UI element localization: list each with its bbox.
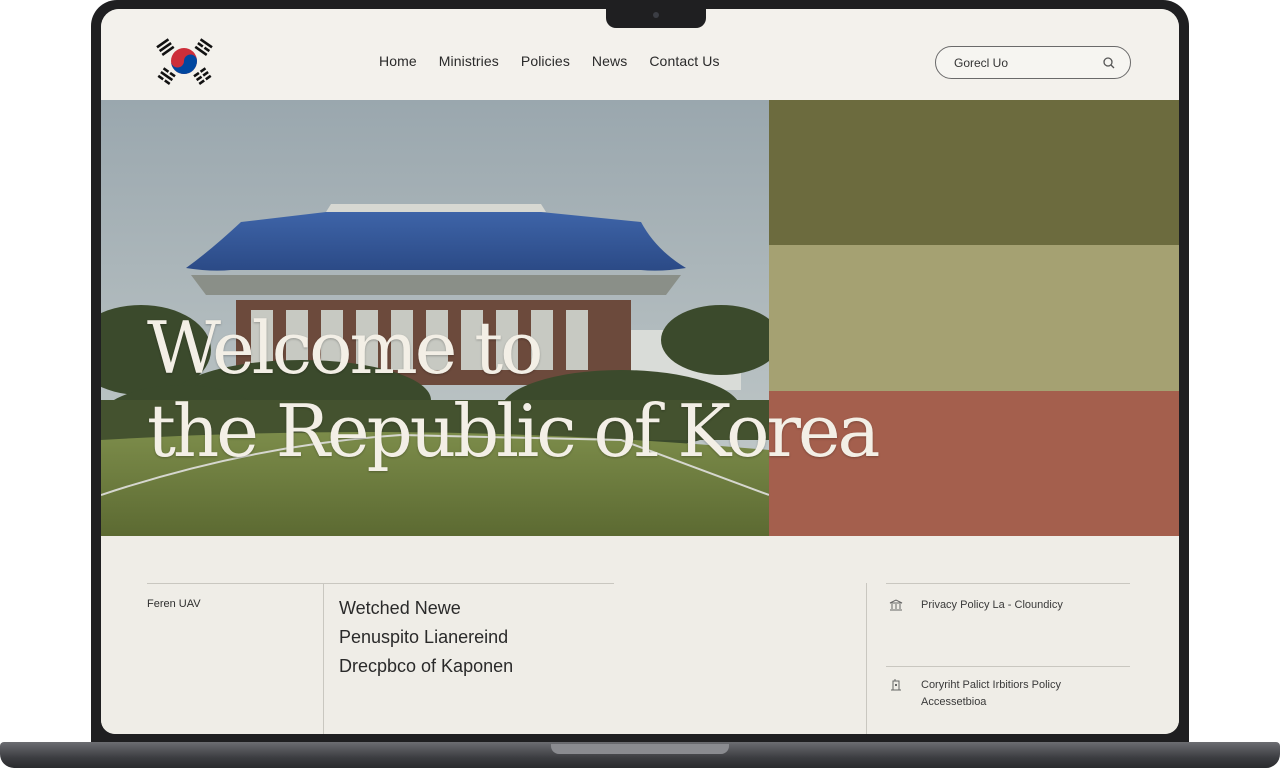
divider bbox=[866, 583, 867, 734]
footer-links-top: Privacy Policy La - Cloundicy bbox=[889, 597, 1063, 614]
camera-notch bbox=[606, 8, 706, 28]
search-input[interactable] bbox=[954, 54, 1094, 72]
copyright-policy-link[interactable]: Coryriht Palict Irbitiors Policy bbox=[921, 677, 1061, 694]
hero-title-line-2: the Republic of Korea bbox=[147, 389, 880, 473]
search-icon[interactable] bbox=[1102, 56, 1116, 70]
divider bbox=[323, 583, 324, 734]
laptop-base-notch bbox=[551, 744, 729, 754]
korean-flag-logo[interactable] bbox=[151, 36, 217, 86]
color-swatch-olive bbox=[769, 100, 1179, 245]
camera-icon bbox=[653, 12, 659, 18]
nav-ministries[interactable]: Ministries bbox=[439, 53, 499, 69]
hero-title-line-1: Welcome to bbox=[147, 306, 544, 390]
nav-policies[interactable]: Policies bbox=[521, 53, 570, 69]
section-label: Feren UAV bbox=[147, 598, 201, 610]
news-item[interactable]: Drecpbco of Kaponen bbox=[339, 652, 513, 681]
privacy-policy-link[interactable]: Privacy Policy La - Cloundicy bbox=[921, 597, 1063, 614]
screen: Home Ministries Policies News Contact Us bbox=[101, 9, 1179, 734]
hero-title: Welcome to the Republic of Korea bbox=[147, 307, 947, 473]
divider bbox=[886, 666, 1130, 667]
footer-links-bottom: Coryriht Palict Irbitiors Policy Accesse… bbox=[889, 677, 1061, 711]
search-box[interactable] bbox=[935, 46, 1131, 79]
accessibility-link[interactable]: Accessetbioa bbox=[921, 694, 1061, 711]
nav-contact-us[interactable]: Contact Us bbox=[649, 53, 719, 69]
nav-news[interactable]: News bbox=[592, 53, 627, 69]
news-list: Wetched Newe Penuspito Lianereind Drecpb… bbox=[339, 594, 513, 681]
divider bbox=[886, 583, 1130, 584]
nav-home[interactable]: Home bbox=[379, 53, 417, 69]
bank-icon bbox=[889, 599, 903, 611]
main-nav: Home Ministries Policies News Contact Us bbox=[379, 53, 742, 69]
content-section: Feren UAV Wetched Newe Penuspito Lianere… bbox=[101, 536, 1179, 734]
building-icon bbox=[891, 679, 901, 691]
divider bbox=[147, 583, 614, 584]
news-item[interactable]: Penuspito Lianereind bbox=[339, 623, 513, 652]
hero-section: Welcome to the Republic of Korea bbox=[101, 100, 1179, 536]
news-item[interactable]: Wetched Newe bbox=[339, 594, 513, 623]
